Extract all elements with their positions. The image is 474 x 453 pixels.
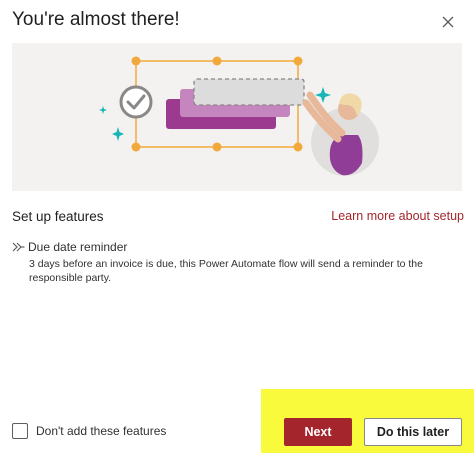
dialog-title: You're almost there! (12, 9, 180, 30)
skip-features-label: Don't add these features (36, 424, 167, 438)
skip-features-option[interactable]: Don't add these features (12, 423, 166, 439)
feature-item: Due date reminder 3 days before an invoi… (12, 240, 464, 285)
close-button[interactable] (438, 12, 458, 32)
hero-banner (12, 43, 462, 191)
setup-features-illustration (99, 56, 379, 176)
skip-features-checkbox[interactable] (12, 423, 28, 439)
next-button[interactable]: Next (284, 418, 352, 446)
setup-dialog: You're almost there! Set up features Lea… (0, 0, 474, 453)
do-this-later-button[interactable]: Do this later (364, 418, 462, 446)
learn-more-link[interactable]: Learn more about setup (331, 209, 464, 223)
close-icon (442, 16, 454, 28)
feature-title-row: Due date reminder (12, 240, 464, 254)
feature-description: 3 days before an invoice is due, this Po… (29, 258, 423, 284)
feature-title: Due date reminder (28, 240, 128, 254)
flow-icon (12, 242, 25, 252)
section-header: Set up features (12, 209, 104, 224)
